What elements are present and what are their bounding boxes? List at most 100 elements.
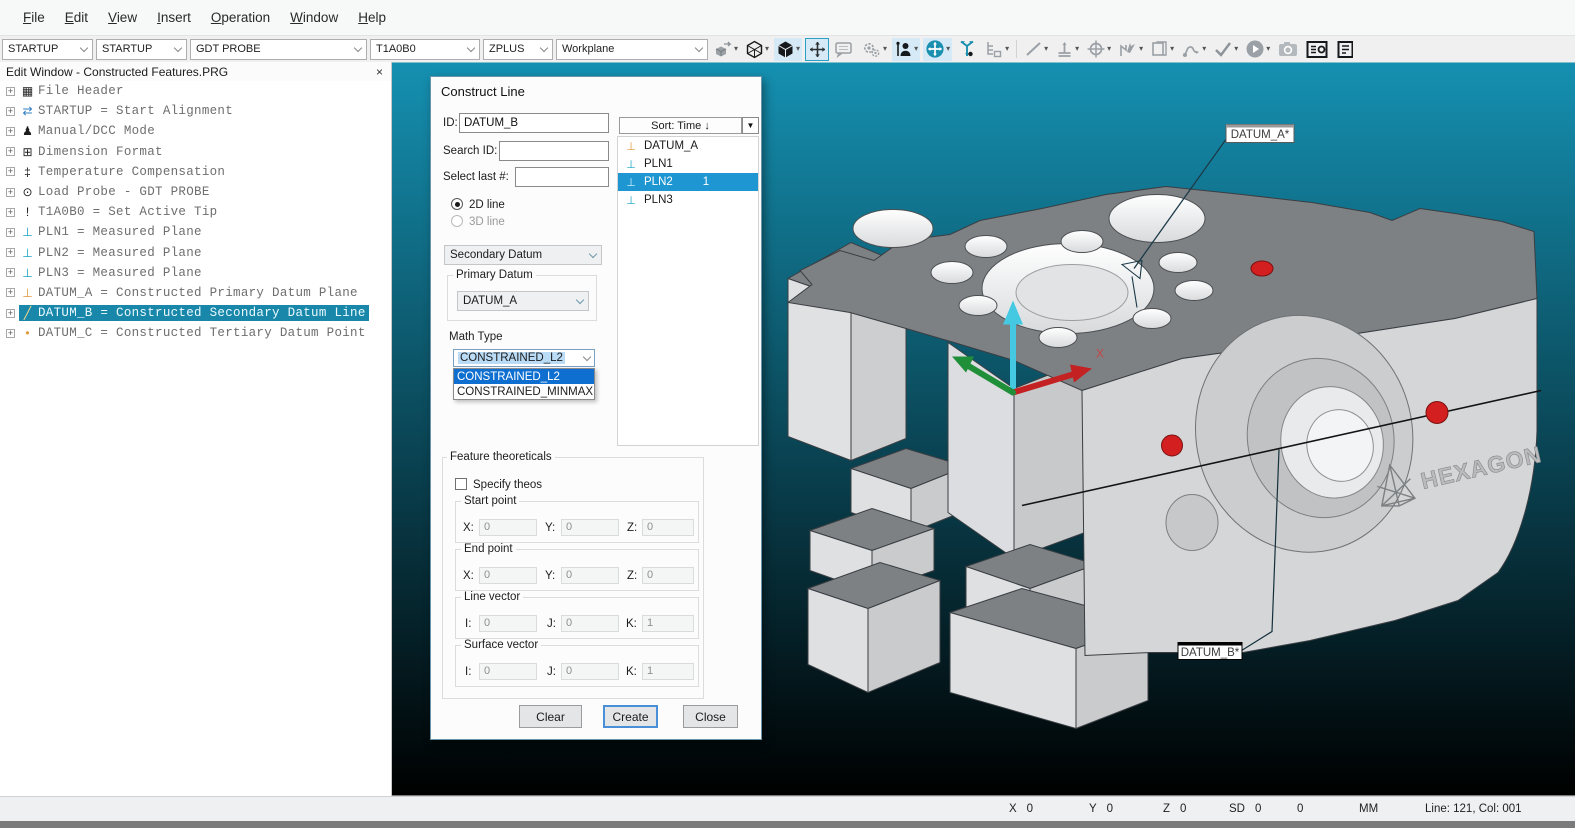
chevron-down-icon	[539, 43, 549, 52]
datum-role-combo[interactable]: Secondary Datum	[444, 245, 602, 265]
feature-tree-icon[interactable]: ▾	[982, 38, 1011, 61]
status-bar: X0 Y0 Z0 SD 0 0 MM Line: 121, Col: 001	[0, 796, 1575, 821]
expander-icon[interactable]: +	[6, 187, 15, 197]
search-id-input[interactable]	[499, 141, 609, 161]
expander-icon[interactable]: +	[6, 328, 15, 338]
expander-icon[interactable]: +	[6, 207, 15, 217]
tree-item-datum-c[interactable]: + • DATUM_C = Constructed Tertiary Datum P…	[0, 323, 391, 343]
expander-icon[interactable]: +	[6, 106, 15, 116]
feature-item-datum-a[interactable]: ⊥ DATUM_A	[618, 137, 758, 155]
math-type-label: Math Type	[449, 331, 503, 343]
wireframe-view-icon[interactable]: ▾	[743, 38, 771, 61]
math-option-constrained-l2[interactable]: CONSTRAINED_L2	[454, 369, 594, 384]
expander-icon[interactable]: +	[6, 86, 15, 96]
radio-2d-line[interactable]: 2D line	[451, 198, 505, 211]
menu-insert[interactable]: Insert	[148, 6, 200, 29]
status-x: X0	[1009, 803, 1034, 815]
settings-gears-icon[interactable]: ▾	[859, 38, 889, 61]
expander-icon[interactable]: +	[6, 248, 15, 258]
report-window-icon[interactable]	[1304, 38, 1330, 61]
chevron-down-icon	[694, 43, 704, 52]
tree-item-temperature[interactable]: + ‡ Temperature Compensation	[0, 162, 391, 182]
chevron-down-icon	[173, 43, 183, 52]
solid-view-icon[interactable]: ▾	[774, 37, 803, 61]
menu-edit[interactable]: Edit	[56, 6, 97, 29]
edit-window-icon[interactable]	[1333, 38, 1357, 61]
sort-header[interactable]: Sort: Time ↓	[619, 117, 742, 134]
feature-list: ⊥ DATUM_A ⊥ PLN1 ⊥ PLN2 1 ⊥ PLN3	[617, 136, 759, 446]
k-label: K:	[626, 666, 637, 678]
view-orientation-icon[interactable]: ▾	[711, 38, 740, 61]
expander-icon[interactable]: +	[6, 147, 15, 157]
execute-icon[interactable]: ▾	[1243, 38, 1272, 61]
close-button[interactable]: Close	[683, 705, 738, 728]
copy-window-icon[interactable]: ▾	[1148, 38, 1176, 61]
chevron-down-icon	[466, 43, 476, 52]
expander-icon[interactable]: +	[6, 268, 15, 278]
menu-operation[interactable]: Operation	[202, 6, 279, 29]
expander-icon[interactable]: +	[6, 167, 15, 177]
path-icon[interactable]: ▾	[1179, 38, 1208, 61]
tree-item-datum-a[interactable]: + ⊥ DATUM_A = Constructed Primary Datum Pl…	[0, 283, 391, 303]
datum-a-label: DATUM_A*	[1231, 129, 1290, 141]
specify-theos-checkbox[interactable]: Specify theos	[455, 478, 542, 491]
main-toolbar: STARTUP STARTUP GDT PROBE T1A0B0 ZPLUS W…	[0, 36, 1575, 62]
camera-icon[interactable]	[1275, 38, 1301, 61]
menu-help[interactable]: Help	[349, 6, 395, 29]
tree-item-load-probe[interactable]: + ⊙ Load Probe - GDT PROBE	[0, 182, 391, 202]
select-last-input[interactable]	[515, 167, 609, 187]
line-j-field: 0	[561, 615, 619, 632]
feature-item-pln1[interactable]: ⊥ PLN1	[618, 155, 758, 173]
tree-item-dimension-format[interactable]: + ⊞ Dimension Format	[0, 142, 391, 162]
workplane-axis-combo[interactable]: ZPLUS	[483, 38, 553, 60]
active-tip-icon: !	[25, 205, 30, 220]
check-icon[interactable]: ▾	[1211, 38, 1240, 61]
math-option-constrained-minmax[interactable]: CONSTRAINED_MINMAX	[454, 384, 594, 399]
primary-datum-combo[interactable]: DATUM_A	[457, 291, 589, 311]
tree-item-datum-b[interactable]: + ╱ DATUM_B = Constructed Secondary Datum …	[0, 303, 391, 323]
machine-move-icon[interactable]: ▾	[923, 37, 953, 61]
move-vector-icon[interactable]: ▾	[1116, 38, 1145, 61]
workplane-combo[interactable]: Workplane	[556, 38, 708, 60]
expander-icon[interactable]: +	[6, 288, 15, 298]
comment-icon[interactable]	[832, 38, 856, 61]
tree-item-startup[interactable]: + ⇄ STARTUP = Start Alignment	[0, 101, 391, 121]
end-z-field: 0	[642, 567, 694, 584]
menu-file[interactable]: File	[14, 6, 54, 29]
alignment-combo[interactable]: STARTUP	[2, 38, 93, 60]
tree-item-manual-dcc[interactable]: + ♟ Manual/DCC Mode	[0, 121, 391, 141]
id-input[interactable]	[459, 113, 609, 133]
line-feature-icon[interactable]: ▾	[1022, 38, 1050, 61]
expander-icon[interactable]: +	[6, 227, 15, 237]
close-icon[interactable]: ×	[376, 65, 383, 79]
app-window: File Edit View Insert Operation Window H…	[0, 0, 1575, 828]
expander-icon[interactable]: +	[6, 126, 15, 136]
expander-icon[interactable]: +	[6, 308, 15, 318]
sort-dropdown-button[interactable]: ▼	[742, 117, 759, 134]
menu-window[interactable]: Window	[281, 6, 347, 29]
tree-item-pln2[interactable]: + ⊥ PLN2 = Measured Plane	[0, 243, 391, 263]
tree-item-file-header[interactable]: + ▦ File Header	[0, 81, 391, 101]
math-type-combo[interactable]: CONSTRAINED_L2	[453, 349, 595, 367]
tip-combo[interactable]: T1A0B0	[370, 38, 480, 60]
perpendicular-feature-icon[interactable]: ▾	[1053, 38, 1081, 61]
pan-view-icon[interactable]	[805, 37, 830, 61]
target-feature-icon[interactable]: ▾	[1084, 38, 1113, 61]
manual-mode-icon[interactable]: ▾	[892, 37, 921, 61]
tree-item-active-tip[interactable]: +! T1A0B0 = Set Active Tip	[0, 202, 391, 222]
feature-item-pln3[interactable]: ⊥ PLN3	[618, 191, 758, 209]
line-vector-label: Line vector	[461, 591, 524, 603]
tree-item-pln1[interactable]: + ⊥ PLN1 = Measured Plane	[0, 222, 391, 242]
startup-combo[interactable]: STARTUP	[96, 38, 187, 60]
measured-plane-icon: ⊥	[22, 225, 33, 240]
i-label: I:	[465, 666, 472, 678]
temperature-icon: ‡	[24, 164, 31, 179]
menu-view[interactable]: View	[99, 6, 146, 29]
probe-vector-icon[interactable]	[955, 38, 979, 61]
tree-item-pln3[interactable]: + ⊥ PLN3 = Measured Plane	[0, 263, 391, 283]
create-button[interactable]: Create	[603, 705, 658, 728]
probe-combo[interactable]: GDT PROBE	[190, 38, 367, 60]
clear-button[interactable]: Clear	[519, 705, 582, 728]
measured-plane-icon: ⊥	[22, 245, 33, 260]
feature-item-pln2[interactable]: ⊥ PLN2 1	[618, 173, 758, 191]
